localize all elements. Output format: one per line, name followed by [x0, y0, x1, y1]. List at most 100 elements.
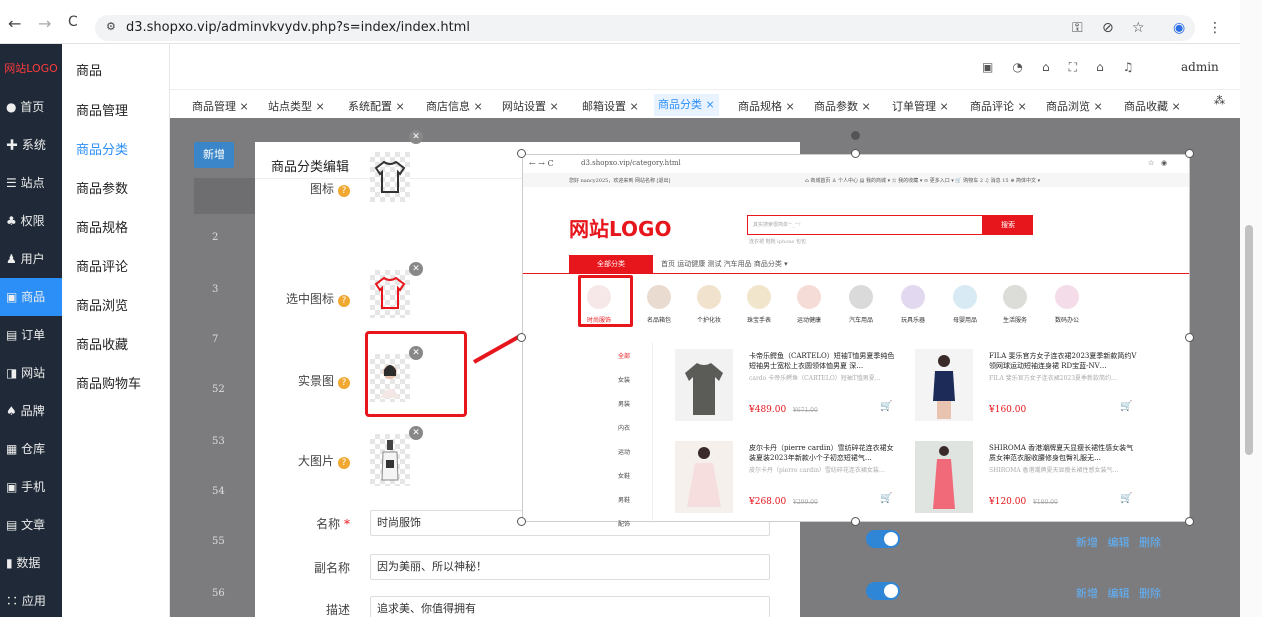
tab-goods-spec[interactable]: 商品规格 × — [738, 98, 795, 114]
site-info-icon[interactable]: ⚙ — [106, 20, 116, 33]
key-icon[interactable]: ⚿ — [1072, 20, 1083, 36]
tab-goods-params[interactable]: 商品参数 × — [814, 98, 871, 114]
sidebar-item-warehouse[interactable]: ▦ 仓库 — [0, 430, 62, 468]
preview-logo: 网站LOGO — [569, 217, 672, 241]
reload-button[interactable]: C — [68, 14, 78, 30]
remove-big-image-button[interactable]: ✕ — [409, 426, 423, 440]
subnav-item-goods-category[interactable]: 商品分类 — [76, 139, 128, 158]
resize-handle[interactable] — [517, 149, 526, 158]
sidebar-item-article[interactable]: ▤ 文章 — [0, 506, 62, 544]
scrollbar-thumb[interactable] — [1245, 225, 1253, 455]
resize-handle[interactable] — [851, 149, 860, 158]
sidebar-item-app[interactable]: ∷ 应用 — [0, 582, 62, 617]
row-actions[interactable]: 新增 编辑 删除 — [1076, 534, 1161, 550]
tab-goods-category[interactable]: 商品分类 × — [654, 94, 719, 116]
big-image-label: 大图片? — [298, 452, 350, 469]
tab-goods-favor[interactable]: 商品收藏 × — [1124, 98, 1181, 114]
icon-label: 图标? — [310, 180, 350, 197]
sidebar-item-website[interactable]: ◨ 网站 — [0, 354, 62, 392]
tab-goods-browse[interactable]: 商品浏览 × — [1046, 98, 1103, 114]
desc-label: 描述 — [325, 603, 350, 617]
resize-handle[interactable] — [517, 333, 526, 342]
preview-all-categories: 全部分类 — [569, 255, 653, 273]
tshirt-outline-icon — [374, 160, 406, 193]
resize-handle[interactable] — [1185, 149, 1194, 158]
row-actions[interactable]: 新增 编辑 删除 — [1076, 585, 1161, 601]
sidebar-item-user[interactable]: ♟ 用户 — [0, 240, 62, 278]
tab-website-settings[interactable]: 网站设置 × — [502, 98, 559, 114]
preview-product-card: 皮尔卡丹（pierre cardin）雪纺碎花连衣裙女装夏装2023年新款小个子… — [675, 441, 905, 521]
tab-goods-manage[interactable]: 商品管理 × — [192, 98, 249, 114]
sidebar-item-system[interactable]: ✚ 系统 — [0, 126, 62, 164]
desc-textarea[interactable]: 追求美、你值得拥有 — [370, 596, 770, 617]
preview-search-button: 搜索 — [983, 215, 1033, 235]
preview-category-highlight — [578, 275, 633, 327]
row-id: 3 — [212, 284, 219, 295]
tab-shop-info[interactable]: 商店信息 × — [426, 98, 483, 114]
menu-icon[interactable]: ⋮ — [1208, 20, 1222, 36]
sidebar-item-data[interactable]: ▮ 数据 — [0, 544, 62, 582]
subnav-item-goods-spec[interactable]: 商品规格 — [76, 217, 128, 236]
star-icon[interactable]: ☆ — [1132, 20, 1145, 36]
preview-product-card: FILA 斐乐官方女子连衣裙2023夏季新款简约V领网球运动短袖连身裙 RD宝蓝… — [915, 349, 1145, 429]
subnav-item-goods-cart[interactable]: 商品购物车 — [76, 373, 141, 392]
resize-handle[interactable] — [1185, 517, 1194, 526]
name-label: 名称 * — [316, 517, 350, 531]
sidebar-item-site[interactable]: ☰ 站点 — [0, 164, 62, 202]
big-image-thumbnail[interactable] — [370, 434, 410, 486]
selected-icon-thumbnail[interactable] — [370, 270, 410, 318]
resize-handle[interactable] — [1185, 333, 1194, 342]
tab-email-settings[interactable]: 邮箱设置 × — [582, 98, 639, 114]
subnav-item-goods-manage[interactable]: 商品管理 — [76, 100, 128, 119]
status-toggle[interactable] — [866, 530, 900, 548]
resize-handle[interactable] — [517, 517, 526, 526]
preview-search-input: 其实搜索很简单^_^! — [753, 222, 801, 228]
subname-input[interactable]: 因为美丽、所以神秘！ — [370, 554, 770, 580]
url-text[interactable]: d3.shopxo.vip/adminvkvydv.php?s=index/in… — [126, 20, 470, 35]
tab-system-config[interactable]: 系统配置 × — [348, 98, 405, 114]
row-id: 54 — [212, 486, 225, 497]
admin-user[interactable]: admin — [1181, 60, 1219, 74]
back-button[interactable]: ← — [8, 14, 21, 33]
site-logo[interactable]: 网站LOGO — [0, 60, 62, 76]
sidebar-item-brand[interactable]: ♠ 品牌 — [0, 392, 62, 430]
status-toggle[interactable] — [866, 582, 900, 600]
preview-nav-icons: ← → C — [529, 159, 554, 168]
bottle-icon — [381, 440, 399, 481]
icon-thumbnail[interactable] — [370, 152, 410, 202]
resize-handle[interactable] — [851, 517, 860, 526]
preview-category: 玩具乐器 — [893, 285, 933, 324]
subnav-item-goods-favor[interactable]: 商品收藏 — [76, 334, 128, 353]
preview-category: 名品箱包 — [639, 285, 679, 324]
subnav-item-goods-params[interactable]: 商品参数 — [76, 178, 128, 197]
browser-chrome: ← → C ⚙ d3.shopxo.vip/adminvkvydv.php?s=… — [0, 0, 1262, 44]
sidebar-item-mobile[interactable]: ▣ 手机 — [0, 468, 62, 506]
preview-product-card: SHIROMA 香港潮牌夏天显瘦长裙性感女装气质女神范衣服收腰修身包臀礼服无… S… — [915, 441, 1145, 521]
sidebar-item-home[interactable]: ● 首页 — [0, 88, 62, 126]
row-id: 56 — [212, 588, 225, 599]
rotate-handle[interactable] — [851, 131, 860, 140]
profile-icon[interactable]: ◉ — [1173, 20, 1185, 36]
preview-category: 生活服务 — [995, 285, 1035, 324]
forward-button[interactable]: → — [38, 14, 51, 33]
tab-goods-comments[interactable]: 商品评论 × — [970, 98, 1027, 114]
add-category-button[interactable]: 新增 — [194, 142, 234, 168]
tab-site-type[interactable]: 站点类型 × — [268, 98, 325, 114]
tabs-more-icon[interactable]: ⁂ — [1214, 94, 1225, 107]
row-id: 2 — [212, 232, 219, 243]
real-image-label: 实景图? — [298, 372, 350, 389]
eye-off-icon[interactable]: ⊘ — [1102, 20, 1114, 36]
remove-icon-button[interactable]: ✕ — [409, 130, 423, 144]
sidebar-item-permission[interactable]: ♣ 权限 — [0, 202, 62, 240]
subnav-item-goods-comments[interactable]: 商品评论 — [76, 256, 128, 275]
preview-category: 个护化妆 — [689, 285, 729, 324]
preview-product-card: 卡帝乐鳄鱼（CARTELO）短袖T恤男夏季纯色短袖男士宽松上衣圆领体恤男夏 深…… — [675, 349, 905, 429]
subnav-item-goods-browse[interactable]: 商品浏览 — [76, 295, 128, 314]
remove-selected-icon-button[interactable]: ✕ — [409, 262, 423, 276]
table-header — [194, 178, 264, 214]
tab-order-manage[interactable]: 订单管理 × — [892, 98, 949, 114]
toolbar-icons[interactable]: ▣ ◔ ⌂ ⛶ ⌂ ♫ — [982, 60, 1134, 75]
storefront-preview: ← → C d3.shopxo.vip/category.html ☆ ◉ 您好… — [522, 154, 1190, 528]
sidebar-item-order[interactable]: ▤ 订单 — [0, 316, 62, 354]
sidebar-item-goods[interactable]: ▣ 商品 — [0, 278, 62, 316]
